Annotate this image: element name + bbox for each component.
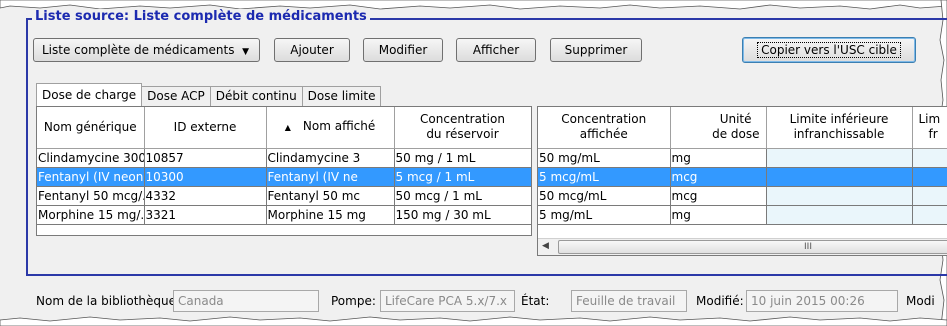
table-row[interactable]: Morphine 15 mg/... 3321 Morphine 15 mg 1… — [37, 205, 531, 225]
cell: Clindamycine 300 ... — [37, 148, 145, 168]
state-label: État: — [521, 294, 550, 308]
copy-to-target-button[interactable]: Copier vers l'USC cible — [742, 37, 916, 63]
header-line: Concentration — [561, 112, 647, 127]
copy-button-label: Copier vers l'USC cible — [757, 42, 901, 58]
cell: 4332 — [144, 186, 267, 206]
scroll-thumb[interactable]: III — [558, 240, 947, 254]
library-label: Nom de la bibliothèque: — [36, 294, 181, 308]
group-title: Liste source: Liste complète de médicame… — [32, 9, 370, 24]
tab-loading-dose[interactable]: Dose de charge — [36, 83, 143, 106]
scroll-left-arrow-icon[interactable]: ◀ — [542, 241, 549, 251]
sort-ascending-icon: ▲ — [284, 123, 291, 133]
col-header-reservoir-concentration[interactable]: Concentration du réservoir — [394, 107, 531, 149]
col-header-next-limit[interactable]: Lim fr — [912, 107, 947, 149]
header-line: Unité — [719, 112, 752, 127]
header-line: du réservoir — [426, 127, 499, 142]
add-button-label: Ajouter — [290, 43, 334, 57]
delete-button-label: Supprimer — [564, 43, 628, 57]
left-drug-grid: Nom générique ID externe ▲ Nom affiché Co… — [36, 106, 532, 236]
cell: 150 mg / 30 mL — [394, 205, 531, 225]
cell: 3321 — [144, 205, 267, 225]
header-line: Limite inférieure — [789, 112, 889, 127]
cell — [766, 167, 913, 187]
cell — [766, 148, 913, 168]
header-line: fr — [928, 127, 938, 142]
header-line: Lim — [918, 112, 941, 127]
cell — [912, 186, 947, 206]
col-header-generic-name[interactable]: Nom générique — [37, 107, 145, 149]
view-button[interactable]: Afficher — [456, 38, 536, 62]
col-header-dose-unit[interactable]: Unité de dose — [670, 107, 767, 149]
tab-pca-dose[interactable]: Dose ACP — [141, 86, 211, 106]
cell: Morphine 15 mg/... — [37, 205, 145, 225]
cell: mg — [670, 205, 767, 225]
horizontal-scrollbar[interactable]: ◀ III — [538, 238, 947, 255]
col-header-hard-lower-limit[interactable]: Limite inférieure infranchissable — [766, 107, 913, 149]
torn-edge-bottom — [0, 316, 947, 326]
cell — [766, 205, 913, 225]
modified-by-label: Modi — [906, 294, 935, 308]
table-row[interactable]: 50 mcg/mL mcg — [538, 186, 947, 206]
chevron-down-icon: ▼ — [242, 47, 249, 57]
cell: 50 mg/mL — [538, 148, 671, 168]
pump-field: LifeCare PCA 5.x/7.x — [380, 290, 515, 312]
modified-field: 10 juin 2015 00:26 — [746, 290, 898, 312]
modify-button-label: Modifier — [378, 43, 428, 57]
cell: Clindamycine 3 — [266, 148, 395, 168]
cell — [912, 205, 947, 225]
cell: 50 mcg/mL — [538, 186, 671, 206]
cell: Fentanyl (IV neon... — [37, 167, 145, 187]
pump-label: Pompe: — [331, 294, 376, 308]
table-row[interactable]: 5 mg/mL mg — [538, 205, 947, 225]
cell: mcg — [670, 186, 767, 206]
list-select-dropdown[interactable]: Liste complète de médicaments ▼ — [33, 38, 260, 62]
view-button-label: Afficher — [472, 43, 520, 57]
drug-library-window: Liste source: Liste complète de médicame… — [0, 0, 947, 326]
modify-button[interactable]: Modifier — [363, 38, 443, 62]
cell: Fentanyl 50 mc — [266, 186, 395, 206]
table-row[interactable]: 50 mg/mL mg — [538, 148, 947, 168]
col-header-displayed-concentration[interactable]: Concentration affichée — [538, 107, 671, 149]
cell: 5 mg/mL — [538, 205, 671, 225]
col-header-external-id[interactable]: ID externe — [144, 107, 267, 149]
cell: 5 mcg/mL — [538, 167, 671, 187]
cell: Morphine 15 mg — [266, 205, 395, 225]
cell — [912, 167, 947, 187]
cell — [912, 148, 947, 168]
right-drug-grid: Concentration affichée Unité de dose Lim… — [537, 106, 947, 256]
header-line: affichée — [579, 127, 628, 142]
cell: Fentanyl 50 mcg/... — [37, 186, 145, 206]
table-row-selected[interactable]: Fentanyl (IV neon... 10300 Fentanyl (IV … — [37, 167, 531, 187]
cell: 10857 — [144, 148, 267, 168]
status-bar: Nom de la bibliothèque: Canada Pompe: Li… — [0, 290, 947, 314]
cell: 10300 — [144, 167, 267, 187]
dose-tabs: Dose de charge Dose ACP Débit continu Do… — [36, 83, 382, 106]
cell: mcg — [670, 167, 767, 187]
dropdown-value: Liste complète de médicaments — [42, 43, 235, 57]
cell: mg — [670, 148, 767, 168]
table-row[interactable]: Clindamycine 300 ... 10857 Clindamycine … — [37, 148, 531, 168]
table-row[interactable]: Fentanyl 50 mcg/... 4332 Fentanyl 50 mc … — [37, 186, 531, 206]
header-line: Concentration — [420, 112, 505, 127]
table-row-selected[interactable]: 5 mcg/mL mcg — [538, 167, 947, 187]
library-field: Canada — [173, 290, 319, 312]
cell: Fentanyl (IV ne — [266, 167, 395, 187]
cell: 50 mcg / 1 mL — [394, 186, 531, 206]
scroll-grip-icon: III — [804, 242, 812, 252]
display-name-header-label: Nom affiché — [302, 119, 376, 134]
cell — [766, 186, 913, 206]
header-line: de dose — [712, 127, 760, 142]
tab-continuous-rate[interactable]: Débit continu — [209, 86, 303, 106]
state-field: Feuille de travail — [571, 290, 687, 312]
tab-dose-limit[interactable]: Dose limite — [301, 86, 382, 106]
col-header-display-name[interactable]: ▲ Nom affiché — [266, 107, 395, 149]
cell: 5 mcg / 1 mL — [394, 167, 531, 187]
delete-button[interactable]: Supprimer — [550, 38, 642, 62]
cell: 50 mg / 1 mL — [394, 148, 531, 168]
header-line: infranchissable — [793, 127, 885, 142]
add-button[interactable]: Ajouter — [274, 38, 350, 62]
modified-label: Modifié: — [696, 294, 744, 308]
